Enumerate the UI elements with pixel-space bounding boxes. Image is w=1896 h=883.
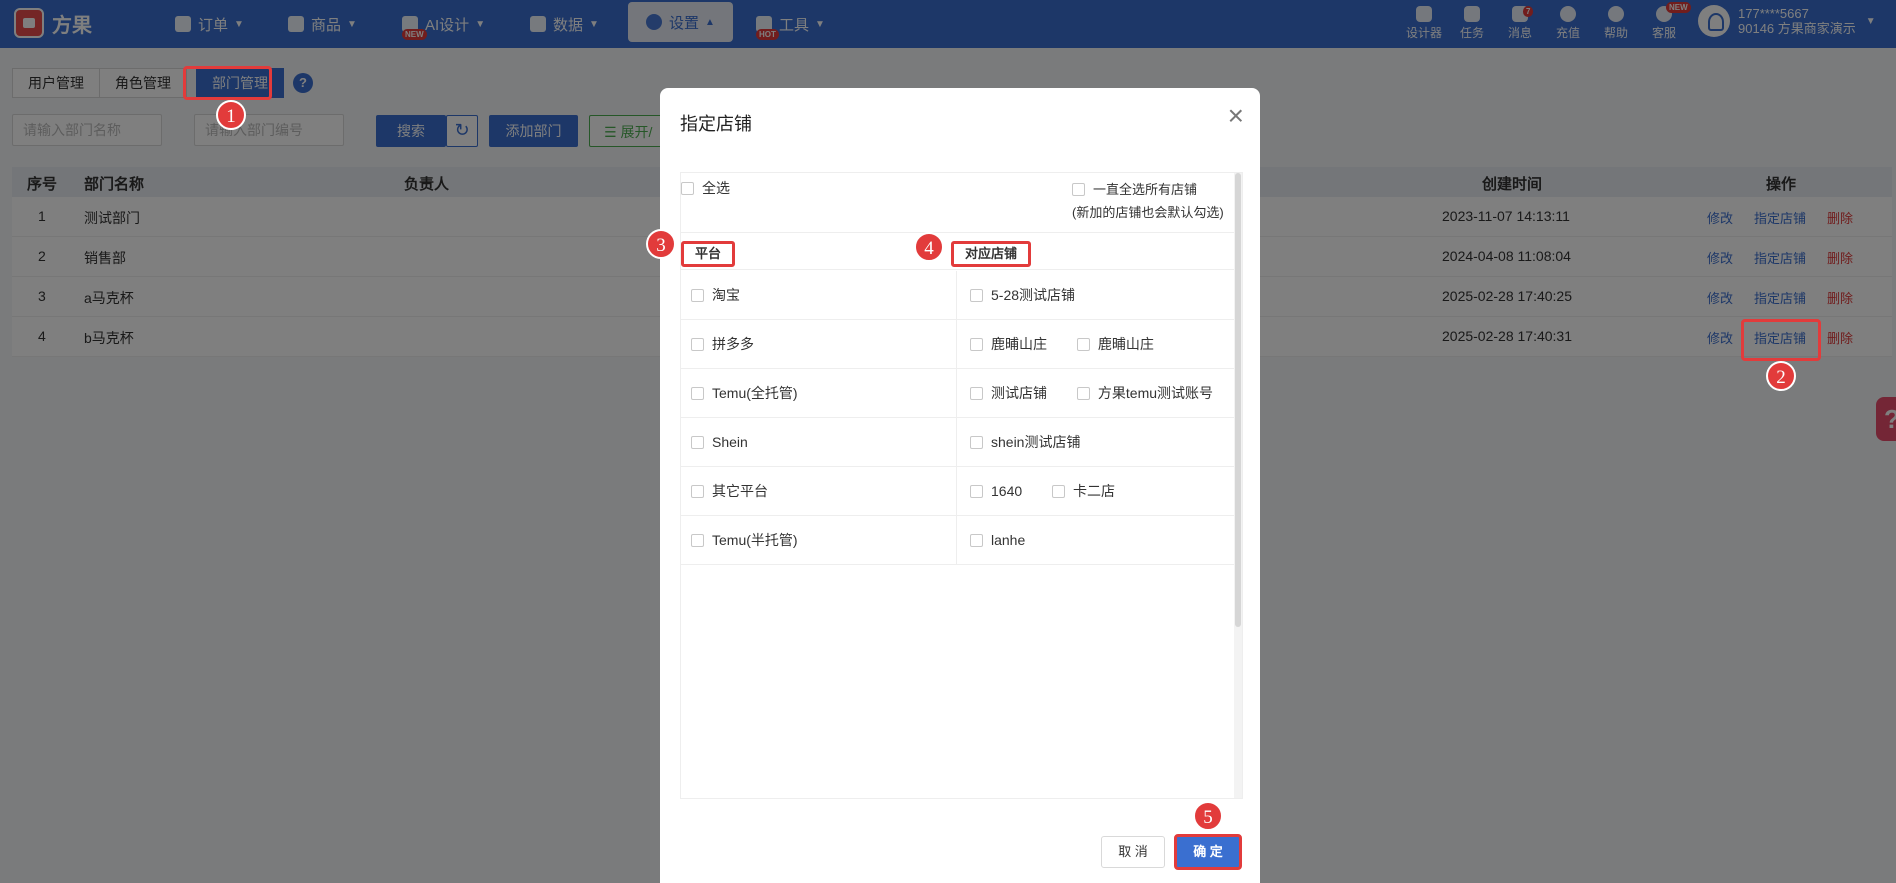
- step-marker: 4: [914, 232, 944, 262]
- highlight-box: [1741, 319, 1821, 361]
- platform-label: Temu(全托管): [712, 385, 798, 401]
- step-marker: 2: [1766, 361, 1796, 391]
- shop-label: lanhe: [991, 532, 1026, 548]
- platform-shop-grid: 淘宝 5-28测试店铺 拼多多 鹿晡山庄 鹿晡山庄 Temu(全托管) 测试店铺…: [681, 271, 1235, 565]
- checkbox-icon: [1076, 338, 1090, 351]
- platform-row: 其它平台 1640 卡二店: [681, 467, 1235, 516]
- shop-checkbox[interactable]: 测试店铺: [970, 369, 1047, 417]
- platform-row: Shein shein测试店铺: [681, 418, 1235, 467]
- shop-label: 1640: [991, 483, 1023, 499]
- checkbox-icon: [1072, 183, 1085, 196]
- shop-label: 测试店铺: [991, 385, 1047, 401]
- step-marker: 3: [646, 229, 676, 259]
- shop-checkbox[interactable]: 1640: [970, 467, 1022, 515]
- cancel-button[interactable]: 取 消: [1101, 836, 1165, 868]
- checkbox-icon: [970, 534, 983, 547]
- col-platform: 平台: [681, 241, 736, 267]
- checkbox-icon: [691, 338, 704, 351]
- shop-label: shein测试店铺: [991, 434, 1081, 450]
- shop-checkbox[interactable]: 5-28测试店铺: [970, 271, 1075, 319]
- shop-cell: shein测试店铺: [958, 418, 1235, 466]
- select-all-label: 全选: [702, 180, 730, 196]
- always-select-all[interactable]: 一直全选所有店铺 (新加的店铺也会默认勾选): [1072, 178, 1242, 224]
- shop-cell: 5-28测试店铺: [958, 271, 1235, 319]
- highlight-box: [183, 66, 272, 100]
- platform-label: 其它平台: [712, 483, 768, 499]
- shop-cell: 鹿晡山庄 鹿晡山庄: [958, 320, 1235, 368]
- shop-cell: 1640 卡二店: [958, 467, 1235, 515]
- col-shops: 对应店铺: [951, 241, 1032, 267]
- scrollbar-thumb[interactable]: [1235, 173, 1241, 627]
- step-marker: 5: [1193, 801, 1223, 831]
- platform-row: Temu(半托管) lanhe: [681, 516, 1235, 565]
- shop-checkbox[interactable]: lanhe: [970, 516, 1025, 564]
- always-select-label: 一直全选所有店铺: [1093, 182, 1198, 197]
- dialog-title: 指定店铺: [680, 114, 752, 134]
- platform-checkbox[interactable]: Temu(半托管): [681, 516, 957, 564]
- platform-row: 淘宝 5-28测试店铺: [681, 271, 1235, 320]
- select-all-checkbox[interactable]: 全选: [681, 178, 730, 198]
- checkbox-icon: [691, 387, 704, 400]
- checkbox-icon: [691, 436, 704, 449]
- platform-checkbox[interactable]: 淘宝: [681, 271, 957, 319]
- shop-checkbox[interactable]: shein测试店铺: [970, 418, 1080, 466]
- checkbox-icon: [1052, 485, 1066, 498]
- shop-checkbox[interactable]: 卡二店: [1052, 467, 1115, 515]
- assign-shop-dialog: 指定店铺 × 全选 一直全选所有店铺 (新加的店铺也会默认勾选) 平台 对应店铺…: [646, 88, 1260, 883]
- checkbox-icon: [970, 289, 983, 302]
- platform-row: Temu(全托管) 测试店铺 方果temu测试账号: [681, 369, 1235, 418]
- shop-checkbox[interactable]: 方果temu测试账号: [1076, 369, 1214, 417]
- checkbox-icon: [681, 182, 694, 195]
- platform-checkbox[interactable]: 拼多多: [681, 320, 957, 368]
- checkbox-icon: [970, 485, 983, 498]
- platform-label: Shein: [712, 434, 748, 450]
- checkbox-icon: [970, 436, 983, 449]
- checkbox-icon: [1076, 387, 1090, 400]
- shop-label: 5-28测试店铺: [991, 287, 1076, 303]
- platform-label: Temu(半托管): [712, 532, 798, 548]
- platform-row: 拼多多 鹿晡山庄 鹿晡山庄: [681, 320, 1235, 369]
- shop-label: 卡二店: [1073, 483, 1116, 499]
- platform-label: 淘宝: [712, 287, 740, 303]
- shop-label: 鹿晡山庄: [991, 336, 1047, 352]
- step-marker: 1: [216, 100, 246, 130]
- platform-label: 拼多多: [712, 336, 754, 352]
- checkbox-icon: [691, 485, 704, 498]
- shop-label: 鹿晡山庄: [1097, 336, 1154, 352]
- shop-checkbox[interactable]: 鹿晡山庄: [970, 320, 1047, 368]
- platform-checkbox[interactable]: 其它平台: [681, 467, 957, 515]
- checkbox-icon: [970, 338, 983, 351]
- platform-checkbox[interactable]: Temu(全托管): [681, 369, 957, 417]
- shop-label: 方果temu测试账号: [1097, 385, 1214, 401]
- dialog-body: 全选 一直全选所有店铺 (新加的店铺也会默认勾选) 平台 对应店铺 淘宝 5-2…: [680, 172, 1243, 799]
- always-select-note: (新加的店铺也会默认勾选): [1072, 205, 1224, 220]
- checkbox-icon: [970, 387, 983, 400]
- checkbox-icon: [691, 289, 704, 302]
- shop-cell: 测试店铺 方果temu测试账号: [958, 369, 1235, 417]
- platform-checkbox[interactable]: Shein: [681, 418, 957, 466]
- close-icon[interactable]: ×: [1228, 102, 1244, 130]
- shop-checkbox[interactable]: 鹿晡山庄: [1076, 320, 1154, 368]
- shop-table-header: 平台 对应店铺: [681, 232, 1235, 270]
- shop-cell: lanhe: [958, 516, 1235, 564]
- checkbox-icon: [691, 534, 704, 547]
- confirm-button[interactable]: 确 定: [1174, 834, 1242, 870]
- scrollbar[interactable]: [1234, 173, 1242, 798]
